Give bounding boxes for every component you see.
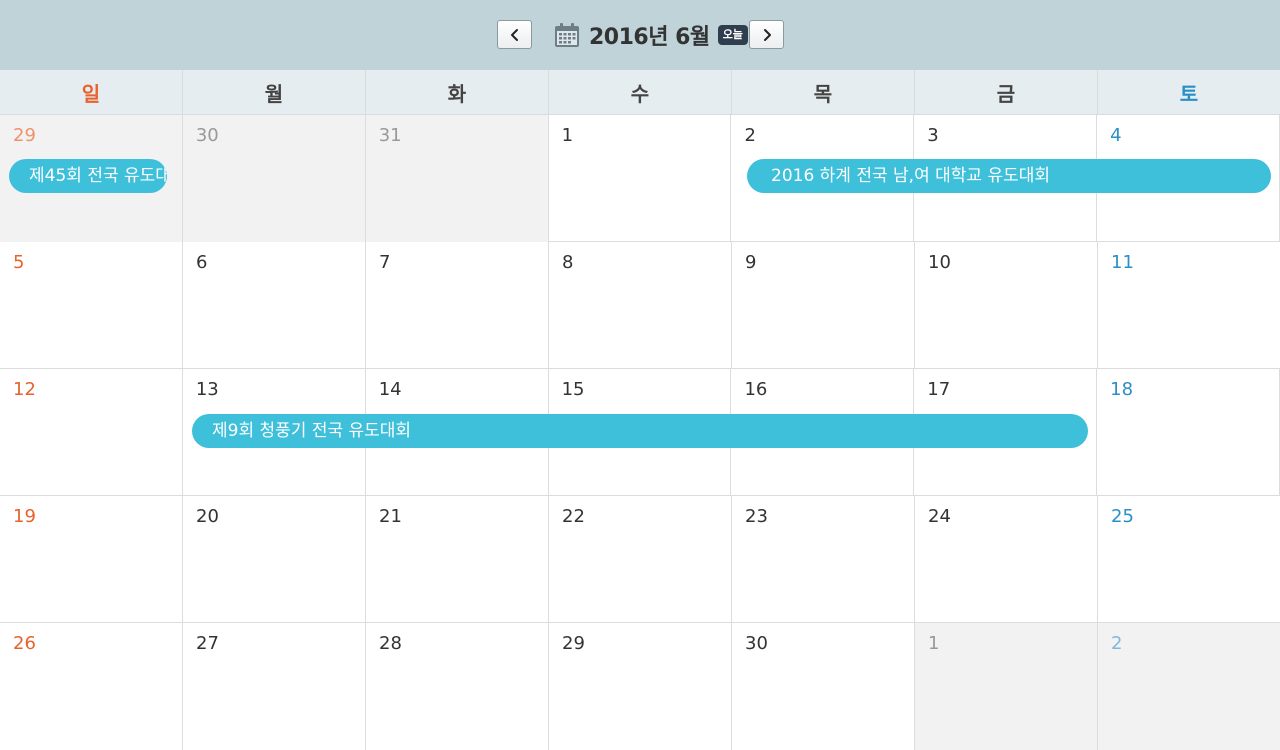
weekday-header: 일 월 화 수 목 금 토 <box>0 70 1280 115</box>
event-bar[interactable]: 제9회 청풍기 전국 유도대회 <box>192 414 1088 448</box>
day-cell[interactable]: 30 <box>732 623 915 750</box>
month-title: 2016년 6월 <box>589 25 710 50</box>
day-cell[interactable]: 9 <box>732 242 915 369</box>
day-number: 12 <box>13 379 36 400</box>
day-number: 10 <box>928 252 951 273</box>
day-cell[interactable]: 8 <box>549 242 732 369</box>
day-number: 22 <box>562 506 585 527</box>
chevron-right-icon <box>763 28 771 41</box>
day-number: 27 <box>196 633 219 654</box>
day-number: 1 <box>561 125 574 146</box>
next-month-button[interactable] <box>749 20 784 49</box>
day-number: 31 <box>378 125 402 146</box>
day-number: 4 <box>1110 125 1122 146</box>
day-cell[interactable]: 18 <box>1097 369 1280 496</box>
day-number: 19 <box>13 506 36 527</box>
day-cell[interactable]: 23 <box>732 496 915 623</box>
day-cell[interactable]: 5 <box>0 242 183 369</box>
week-row: 19 20 21 22 23 24 25 <box>0 496 1280 623</box>
day-number: 28 <box>379 633 402 654</box>
day-cell[interactable]: 28 <box>366 623 549 750</box>
day-cell[interactable]: 1 <box>915 623 1098 750</box>
event-bar[interactable]: 제45회 전국 유도대회 <box>9 159 167 193</box>
prev-month-button[interactable] <box>497 20 532 49</box>
event-bar[interactable]: 2016 하계 전국 남,여 대학교 유도대회 <box>747 159 1271 193</box>
day-number: 29 <box>562 633 585 654</box>
calendar-icon <box>555 23 579 47</box>
day-number: 30 <box>745 633 768 654</box>
day-number: 2 <box>744 125 756 146</box>
week-row: 5 6 7 8 9 10 11 <box>0 242 1280 369</box>
week-row: 12 13 14 15 16 17 18 제9회 청풍기 전국 유도대회 <box>0 369 1280 496</box>
weekday-sat: 토 <box>1179 82 1199 106</box>
day-number: 5 <box>13 252 25 273</box>
chevron-left-icon <box>510 28 518 41</box>
day-cell[interactable]: 12 <box>0 369 183 496</box>
day-number: 14 <box>378 379 402 400</box>
month-title-group: 2016년 6월 오늘 <box>553 18 748 52</box>
day-number: 15 <box>561 379 585 400</box>
week-row: 29 30 31 1 2 3 4 제45회 전국 유도대회 2016 하계 전국… <box>0 115 1280 242</box>
day-number: 13 <box>195 379 219 400</box>
day-cell[interactable]: 24 <box>915 496 1098 623</box>
day-cell[interactable]: 20 <box>183 496 366 623</box>
month-grid: 29 30 31 1 2 3 4 제45회 전국 유도대회 2016 하계 전국… <box>0 115 1280 750</box>
day-cell[interactable]: 29 <box>549 623 732 750</box>
day-cell[interactable]: 2 <box>1098 623 1280 750</box>
day-cell[interactable]: 10 <box>915 242 1098 369</box>
day-number: 30 <box>195 125 219 146</box>
weekday-wed: 수 <box>549 70 732 115</box>
day-cell[interactable]: 19 <box>0 496 183 623</box>
day-number: 24 <box>928 506 951 527</box>
day-cell[interactable]: 31 <box>365 115 549 242</box>
day-number: 11 <box>1111 252 1134 273</box>
day-number: 6 <box>196 252 208 273</box>
day-number: 2 <box>1111 633 1123 654</box>
weekday-sun: 일 <box>0 70 183 115</box>
calendar-toolbar: 2016년 6월 오늘 <box>0 0 1280 70</box>
day-cell[interactable]: 6 <box>183 242 366 369</box>
day-cell[interactable]: 7 <box>366 242 549 369</box>
day-cell[interactable]: 1 <box>549 115 732 242</box>
today-button[interactable]: 오늘 <box>717 25 748 45</box>
day-cell[interactable]: 27 <box>183 623 366 750</box>
day-cell[interactable]: 25 <box>1098 496 1280 623</box>
day-cell[interactable]: 21 <box>366 496 549 623</box>
day-number: 9 <box>745 252 757 273</box>
weekday-fri: 금 <box>915 70 1098 115</box>
day-cell[interactable]: 11 <box>1098 242 1280 369</box>
day-number: 29 <box>13 125 36 146</box>
day-number: 21 <box>379 506 402 527</box>
day-number: 8 <box>562 252 574 273</box>
day-number: 7 <box>379 252 391 273</box>
day-number: 20 <box>196 506 219 527</box>
weekday-thu: 목 <box>732 70 915 115</box>
day-cell[interactable]: 26 <box>0 623 183 750</box>
day-number: 17 <box>927 379 951 400</box>
day-number: 1 <box>928 633 940 654</box>
day-number: 3 <box>927 125 939 146</box>
day-number: 23 <box>745 506 768 527</box>
day-number: 26 <box>13 633 36 654</box>
day-number: 25 <box>1111 506 1134 527</box>
weekday-tue: 화 <box>366 70 549 115</box>
day-number: 18 <box>1110 379 1134 400</box>
week-row: 26 27 28 29 30 1 2 <box>0 623 1280 750</box>
weekday-mon: 월 <box>183 70 366 115</box>
day-cell[interactable]: 30 <box>182 115 366 242</box>
day-number: 16 <box>744 379 768 400</box>
day-cell[interactable]: 22 <box>549 496 732 623</box>
